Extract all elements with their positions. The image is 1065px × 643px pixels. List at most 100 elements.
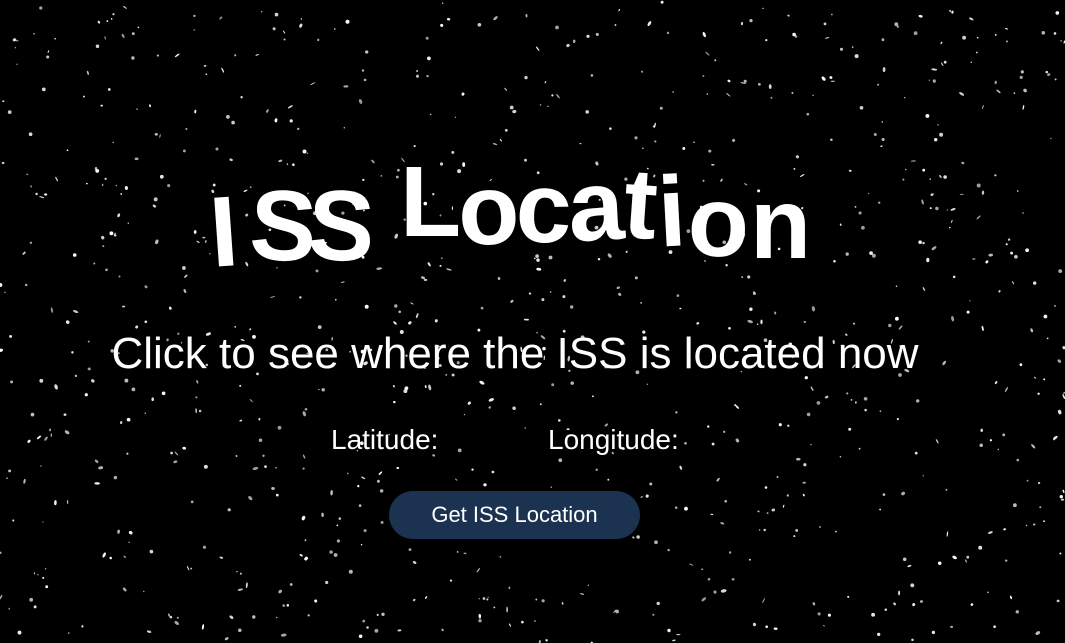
star: [33, 605, 37, 609]
get-iss-location-button[interactable]: Get ISS Location: [389, 491, 640, 539]
title-char: o: [456, 152, 522, 268]
star: [363, 529, 367, 533]
star: [796, 457, 801, 461]
star: [1043, 314, 1048, 319]
star: [44, 193, 48, 196]
star: [348, 569, 353, 574]
star: [28, 132, 33, 137]
star: [408, 548, 412, 551]
star: [1020, 70, 1024, 74]
star: [758, 529, 761, 531]
star: [307, 614, 310, 617]
star: [811, 306, 816, 312]
star: [705, 51, 710, 56]
star: [830, 80, 835, 82]
star: [120, 421, 123, 425]
star: [806, 112, 810, 116]
star: [24, 283, 28, 287]
star: [863, 396, 868, 401]
star: [205, 73, 208, 76]
star: [952, 555, 957, 560]
star: [27, 439, 31, 443]
star: [858, 211, 862, 215]
star: [858, 447, 861, 450]
star: [289, 583, 293, 586]
star: [640, 496, 644, 498]
star: [666, 31, 670, 35]
star: [343, 85, 349, 88]
star: [701, 568, 704, 570]
star: [427, 56, 431, 61]
star: [934, 138, 938, 142]
star: [476, 567, 481, 573]
star: [672, 91, 674, 93]
star: [896, 418, 899, 421]
star: [39, 196, 45, 199]
star: [203, 464, 208, 469]
star: [0, 283, 3, 287]
star: [922, 475, 924, 477]
title-char: o: [686, 164, 752, 280]
star: [170, 451, 173, 455]
star: [122, 587, 127, 592]
star: [278, 589, 282, 594]
star: [882, 493, 886, 496]
star: [524, 75, 528, 80]
star: [23, 251, 26, 254]
star: [416, 70, 418, 72]
star: [84, 393, 88, 397]
star: [525, 13, 528, 18]
star: [1032, 523, 1036, 526]
star: [508, 623, 512, 627]
star: [766, 512, 769, 515]
star: [154, 132, 158, 136]
star: [299, 554, 303, 557]
star: [855, 401, 857, 404]
star: [724, 499, 728, 503]
star: [728, 551, 732, 554]
star: [143, 590, 145, 593]
star: [762, 597, 765, 604]
star: [12, 519, 15, 522]
star: [634, 136, 638, 140]
star: [301, 515, 306, 521]
star: [1022, 212, 1024, 214]
star: [591, 395, 594, 398]
star: [365, 50, 369, 54]
star: [656, 601, 660, 606]
star: [336, 539, 340, 543]
star: [714, 59, 717, 62]
star: [916, 399, 920, 403]
star: [219, 16, 223, 20]
star: [912, 603, 916, 607]
star: [149, 104, 151, 108]
title-char: S: [305, 168, 378, 284]
star: [679, 465, 683, 470]
star: [134, 157, 139, 161]
star: [822, 624, 825, 627]
star: [17, 630, 22, 635]
star: [679, 307, 682, 310]
star: [16, 63, 18, 66]
star: [106, 20, 109, 22]
star: [381, 612, 385, 616]
star: [193, 14, 196, 18]
star: [802, 481, 806, 484]
star: [551, 383, 555, 387]
star: [508, 586, 511, 590]
star: [72, 309, 79, 314]
star: [361, 476, 366, 480]
star: [1004, 386, 1008, 393]
star: [131, 32, 135, 36]
star: [910, 160, 917, 162]
star: [343, 127, 346, 129]
star: [151, 397, 154, 402]
star: [901, 491, 906, 496]
star: [810, 386, 814, 391]
star: [174, 451, 179, 456]
star: [803, 463, 807, 467]
star: [499, 556, 502, 558]
star: [1060, 40, 1062, 42]
star: [54, 37, 56, 40]
star: [174, 53, 180, 58]
